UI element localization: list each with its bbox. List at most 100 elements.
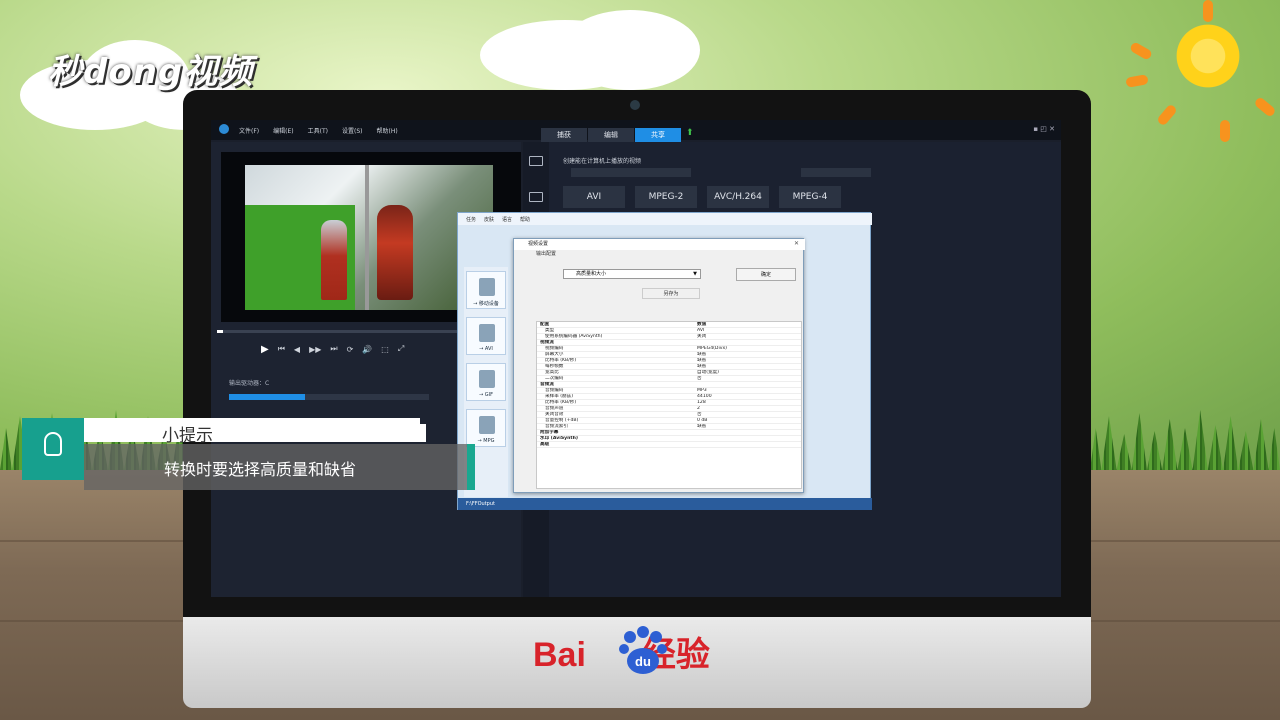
mpg-icon <box>479 416 495 434</box>
table-row[interactable]: 高级 <box>537 442 801 448</box>
video-settings-dialog: 视频设置 ✕ 输出配置 高质量和大小 ▼ 确定 另存为 配置 数值 类型 AVI 使… <box>513 238 805 493</box>
dialog-subtitle: 输出配置 <box>536 251 557 257</box>
tip-title: 小提示 <box>162 426 213 446</box>
output-folder-path[interactable]: F:\FFOutput <box>466 501 495 507</box>
format-h264-button[interactable]: AVC/H.264 <box>707 186 769 208</box>
sun-ray <box>1203 0 1213 22</box>
aspect-icon[interactable]: ⬚ <box>381 345 389 354</box>
row-key: 二次编码 <box>545 376 564 381</box>
factory-menu-language[interactable]: 语言 <box>502 216 512 223</box>
drive-label: 输出驱动器：C <box>229 380 270 387</box>
format-option-button[interactable] <box>801 168 871 177</box>
quality-profile-select[interactable]: 高质量和大小 ▼ <box>563 269 701 279</box>
row-key: 每秒帧数 <box>545 364 564 369</box>
dialog-title: 视频设置 <box>514 239 805 250</box>
row-value: 缺省 <box>697 364 707 369</box>
next-icon[interactable]: ⏭ <box>330 344 337 354</box>
format-mpeg2-button[interactable]: MPEG-2 <box>635 186 697 208</box>
row-key: 使用系统编码器 (AviSynth) <box>545 334 603 339</box>
factory-menu-help[interactable]: 帮助 <box>520 216 530 223</box>
step-forward-icon[interactable]: ▶▶ <box>309 345 321 354</box>
ok-button[interactable]: 确定 <box>736 268 796 281</box>
baidu-logo-du: du <box>635 654 651 669</box>
webcam <box>630 100 640 110</box>
row-value: 否 <box>697 376 702 381</box>
close-icon[interactable]: ✕ <box>794 240 799 247</box>
row-value <box>697 436 801 441</box>
format-avi-button[interactable]: AVI <box>563 186 625 208</box>
row-value: 关闭 <box>697 334 707 339</box>
task-gif[interactable]: → GIF <box>466 363 506 401</box>
menu-tools[interactable]: 工具(T) <box>308 126 328 135</box>
prev-icon[interactable]: ⏮ <box>278 344 285 354</box>
row-key: 音频声道 <box>545 406 564 411</box>
factory-status-bar: F:\FFOutput <box>458 498 872 510</box>
play-icon[interactable]: ▶ <box>261 344 269 355</box>
pole <box>365 165 369 310</box>
menu-file[interactable]: 文件(F) <box>239 126 259 135</box>
tip-bar <box>408 430 416 442</box>
row-key: 视频流 <box>540 340 554 345</box>
format-buttons: AVI MPEG-2 AVC/H.264 MPEG-4 <box>563 186 841 208</box>
upload-arrow-icon[interactable]: ⬆ <box>686 128 694 142</box>
factory-menu-task[interactable]: 任务 <box>466 216 476 223</box>
factory-menubar: 任务 皮肤 语言 帮助 <box>458 213 872 225</box>
tip-banner: 小提示 转换时要选择高质量和缺省 <box>22 418 475 492</box>
row-key: 高级 <box>540 442 550 447</box>
tab-edit[interactable]: 编辑 <box>588 128 634 142</box>
row-value: MPEG4(Divx) <box>697 346 727 351</box>
row-key: 音频流索引 <box>545 424 568 429</box>
row-key: 屏幕大小 <box>545 352 564 357</box>
cloud <box>560 10 700 90</box>
device-icon[interactable] <box>529 192 543 202</box>
video-frame <box>245 165 493 310</box>
menu-edit[interactable]: 编辑(E) <box>273 126 293 135</box>
row-key: 关闭音效 <box>545 412 564 417</box>
profile-dropdown[interactable] <box>571 168 691 177</box>
header-value: 数值 <box>697 322 707 327</box>
tab-capture[interactable]: 捕获 <box>541 128 587 142</box>
computer-icon[interactable] <box>529 156 543 166</box>
format-mpeg4-button[interactable]: MPEG-4 <box>779 186 841 208</box>
mobile-icon <box>479 278 495 296</box>
chevron-down-icon: ▼ <box>693 271 697 277</box>
monster-figure <box>377 205 413 300</box>
drive-usage-bar <box>229 394 429 400</box>
row-value: MP3 <box>697 388 707 393</box>
row-key: 比特率 (KB/秒) <box>545 358 577 363</box>
row-value: 缺省 <box>697 424 707 429</box>
factory-menu-skin[interactable]: 皮肤 <box>484 216 494 223</box>
row-value <box>697 340 801 345</box>
scrubber-fill <box>217 330 223 333</box>
avi-icon <box>479 324 495 342</box>
task-mpg[interactable]: → MPG <box>466 409 506 447</box>
share-title: 创建能在计算机上播放的视频 <box>563 158 642 165</box>
app-logo-icon <box>219 124 229 134</box>
row-key: 音频流 <box>540 382 554 387</box>
menu-help[interactable]: 帮助(H) <box>376 126 397 135</box>
tip-accent <box>467 444 475 490</box>
window-controls[interactable]: ▪ ◰ ✕ <box>1033 125 1055 133</box>
sun-ray <box>1220 120 1230 142</box>
row-key: 宽高比 <box>545 370 559 375</box>
row-value: 44100 <box>697 394 712 399</box>
row-value: 否 <box>697 412 702 417</box>
menu-settings[interactable]: 设置(S) <box>342 126 363 135</box>
hero-figure <box>321 220 347 300</box>
row-key: 比特率 (KB/秒) <box>545 400 577 405</box>
row-value <box>697 430 801 435</box>
workspace-tabs: 捕获 编辑 共享 ⬆ <box>541 128 694 142</box>
row-key: 音频编码 <box>545 388 564 393</box>
tip-title-bar <box>84 418 420 442</box>
task-mobile[interactable]: → 移动设备 <box>466 271 506 309</box>
tab-share[interactable]: 共享 <box>635 128 681 142</box>
save-as-button[interactable]: 另存为 <box>642 288 700 299</box>
fullscreen-icon[interactable]: ⤢ <box>398 344 404 354</box>
repeat-icon[interactable]: ⟳ <box>347 345 354 354</box>
task-avi[interactable]: → AVI <box>466 317 506 355</box>
profile-value: 高质量和大小 <box>576 271 607 277</box>
step-back-icon[interactable]: ◀ <box>294 345 300 354</box>
brand-logo: 秒dong视频 <box>48 52 254 92</box>
row-value: 自动(宽度) <box>697 370 719 375</box>
volume-icon[interactable]: 🔊 <box>362 345 372 354</box>
